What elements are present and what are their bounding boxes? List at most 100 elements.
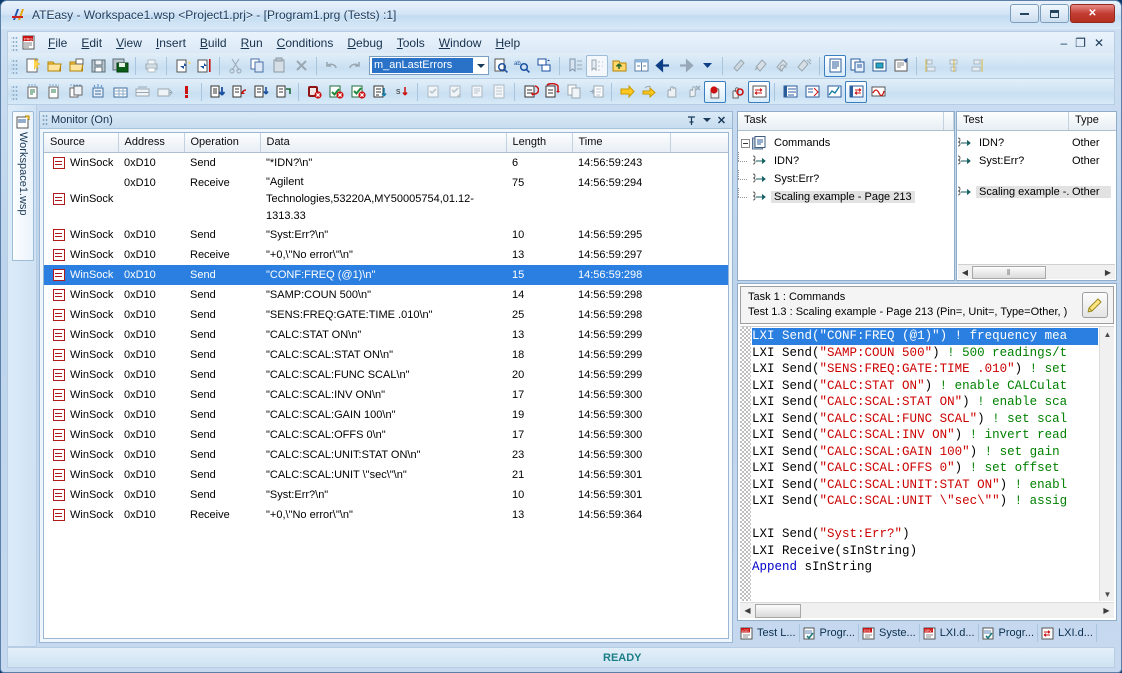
folder-up-icon[interactable] xyxy=(608,55,630,77)
locals-icon[interactable] xyxy=(466,81,488,103)
document-tab[interactable]: SYS Syste... xyxy=(859,624,920,642)
table-row[interactable]: WinSock 0xD10 Send "Syst:Err?\n" 10 14:56:59:… xyxy=(44,485,728,505)
table-row[interactable]: WinSock 0xD10 Send "Syst:Err?\n" 10 14:56:59:… xyxy=(44,225,728,245)
replace-icon[interactable] xyxy=(533,55,555,77)
task-tree[interactable]: Commands IDN? Syst:Err? Scaling example - … xyxy=(738,131,954,206)
code-line[interactable]: LXI Send("CALC:SCAL:GAIN 100") ! set gai… xyxy=(752,444,1098,461)
code-line[interactable]: LXI Send("CALC:STAT ON") ! enable CALCul… xyxy=(752,378,1098,395)
mdi-restore-icon[interactable]: ❐ xyxy=(1075,36,1086,50)
table-row[interactable]: WinSock 0xD10 Send "CALC:SCAL:UNIT:STAT ON\… xyxy=(44,445,728,465)
copy-line-icon[interactable] xyxy=(563,81,585,103)
code-line[interactable]: LXI Send("CALC:SCAL:OFFS 0") ! set offse… xyxy=(752,460,1098,477)
document-tab[interactable]: Progr... xyxy=(800,624,859,642)
table-row[interactable]: WinSock 0xD10 Send "CALC:SCAL:FUNC SCAL\n" 2… xyxy=(44,365,728,385)
menu-item-debug[interactable]: Debug xyxy=(340,33,389,53)
halt-icon[interactable] xyxy=(726,81,748,103)
undo-icon[interactable] xyxy=(321,55,343,77)
find-input[interactable]: m_anLastErrors xyxy=(372,58,473,73)
window-split-icon[interactable] xyxy=(630,55,652,77)
table-row[interactable]: WinSock 0xD10 Send "CALC:SCAL:GAIN 100\n" 19… xyxy=(44,405,728,425)
watch-add-icon[interactable] xyxy=(444,81,466,103)
export-icon[interactable] xyxy=(193,55,215,77)
log-panel-icon[interactable] xyxy=(779,81,801,103)
table-row[interactable]: WinSock 0xD10 Send "CALC:STAT ON\n" 13 14:56:… xyxy=(44,325,728,345)
new-file-icon[interactable] xyxy=(21,55,43,77)
tree-node-test[interactable]: IDN? xyxy=(738,152,954,170)
bookmark-icon[interactable] xyxy=(564,55,586,77)
column-header-test[interactable]: Test xyxy=(957,112,1069,130)
form-designer-icon[interactable] xyxy=(890,55,912,77)
rebuild-icon[interactable] xyxy=(771,55,793,77)
menu-item-tools[interactable]: Tools xyxy=(390,33,432,53)
align-center-icon[interactable] xyxy=(943,55,965,77)
menu-item-help[interactable]: Help xyxy=(488,33,527,53)
error-icon[interactable] xyxy=(175,81,197,103)
new-table-icon[interactable] xyxy=(109,81,131,103)
open-project-icon[interactable] xyxy=(65,55,87,77)
note-button[interactable] xyxy=(1082,292,1108,318)
scrollbar-thumb[interactable] xyxy=(755,603,801,618)
mdi-minimize-icon[interactable]: – xyxy=(1060,36,1067,50)
breakpoint-clear-icon[interactable] xyxy=(325,81,347,103)
column-header-address[interactable]: Address xyxy=(118,133,185,153)
menu-item-conditions[interactable]: Conditions xyxy=(270,33,341,53)
sort-icon[interactable]: s xyxy=(391,81,413,103)
table-row[interactable]: WinSock 0xD10 Receive "+0,\"No error\"\n" 13… xyxy=(44,245,728,265)
tree-expander[interactable] xyxy=(738,134,752,152)
paste-icon[interactable] xyxy=(268,55,290,77)
column-header-task[interactable]: Task xyxy=(738,112,944,130)
menu-item-edit[interactable]: Edit xyxy=(74,33,109,53)
list-item[interactable]: Syst:Err? Other xyxy=(957,152,1116,170)
tree-node-test[interactable]: Syst:Err? xyxy=(738,170,954,188)
delete-icon[interactable] xyxy=(290,55,312,77)
menu-item-window[interactable]: Window xyxy=(432,33,489,53)
column-header-data[interactable]: Data xyxy=(260,133,507,153)
code-line[interactable]: LXI Send("SENS:FREQ:GATE:TIME .010") ! s… xyxy=(752,361,1098,378)
insert-row-icon[interactable] xyxy=(153,81,175,103)
menu-grip[interactable] xyxy=(11,34,18,51)
chevron-down-icon[interactable] xyxy=(473,57,488,74)
step-over-icon[interactable] xyxy=(228,81,250,103)
properties-page-icon[interactable] xyxy=(846,55,868,77)
properties-icon[interactable] xyxy=(824,54,846,77)
step-into-icon[interactable] xyxy=(206,81,228,103)
test-list[interactable]: IDN? Other Syst:Err? Other Scaling example -… xyxy=(957,131,1116,198)
save-icon[interactable] xyxy=(87,55,109,77)
menu-item-run[interactable]: Run xyxy=(234,33,270,53)
print-icon[interactable] xyxy=(140,55,162,77)
column-header-length[interactable]: Length xyxy=(506,133,573,153)
code-line[interactable]: LXI Send("CALC:SCAL:UNIT:STAT ON") ! ena… xyxy=(752,477,1098,494)
test-hscrollbar[interactable]: ◀ ‖ ▶ xyxy=(958,264,1115,279)
import-icon[interactable] xyxy=(171,55,193,77)
document-tab[interactable]: Progr... xyxy=(979,624,1039,642)
table-row[interactable]: WinSock 0xD10 Send "CALC:SCAL:OFFS 0\n" 17 14… xyxy=(44,425,728,445)
code-line[interactable] xyxy=(752,510,1098,527)
align-left-icon[interactable] xyxy=(921,55,943,77)
goto-ret-icon[interactable] xyxy=(541,81,563,103)
menu-item-build[interactable]: Build xyxy=(193,33,234,53)
back-arrow-icon[interactable] xyxy=(652,55,674,77)
code-vscrollbar[interactable]: ▲ ▼ xyxy=(1099,327,1114,601)
table-row[interactable]: WinSock 0xD10 Send "CALC:SCAL:STAT ON\n" 18 1… xyxy=(44,345,728,365)
code-line[interactable]: LXI Send("CONF:FREQ (@1)") ! frequency m… xyxy=(752,328,1098,345)
copy-icon[interactable] xyxy=(246,55,268,77)
scrollbar-thumb[interactable]: ‖ xyxy=(972,265,1046,279)
toolbar1-grip[interactable] xyxy=(11,57,18,74)
new-task-icon[interactable] xyxy=(21,81,43,103)
stop-icon[interactable] xyxy=(704,80,726,103)
build-partial-icon[interactable] xyxy=(749,55,771,77)
tree-node-commands[interactable]: Commands xyxy=(738,134,954,152)
code-gutter[interactable] xyxy=(740,327,751,601)
maximize-button[interactable] xyxy=(1040,4,1069,23)
scroll-right-arrow-icon[interactable]: ▶ xyxy=(1099,604,1114,618)
new-test-icon[interactable] xyxy=(43,81,65,103)
new-group-icon[interactable] xyxy=(87,81,109,103)
dropdown-arrow-icon[interactable] xyxy=(696,55,718,77)
find-next-icon[interactable]: ab xyxy=(511,55,533,77)
forward-arrow-icon[interactable] xyxy=(674,55,696,77)
minimize-button[interactable] xyxy=(1010,4,1039,23)
build-icon[interactable] xyxy=(727,55,749,77)
scroll-left-arrow-icon[interactable]: ◀ xyxy=(740,604,755,618)
toolbar2-grip[interactable] xyxy=(11,83,18,100)
scroll-left-arrow-icon[interactable]: ◀ xyxy=(958,266,972,279)
